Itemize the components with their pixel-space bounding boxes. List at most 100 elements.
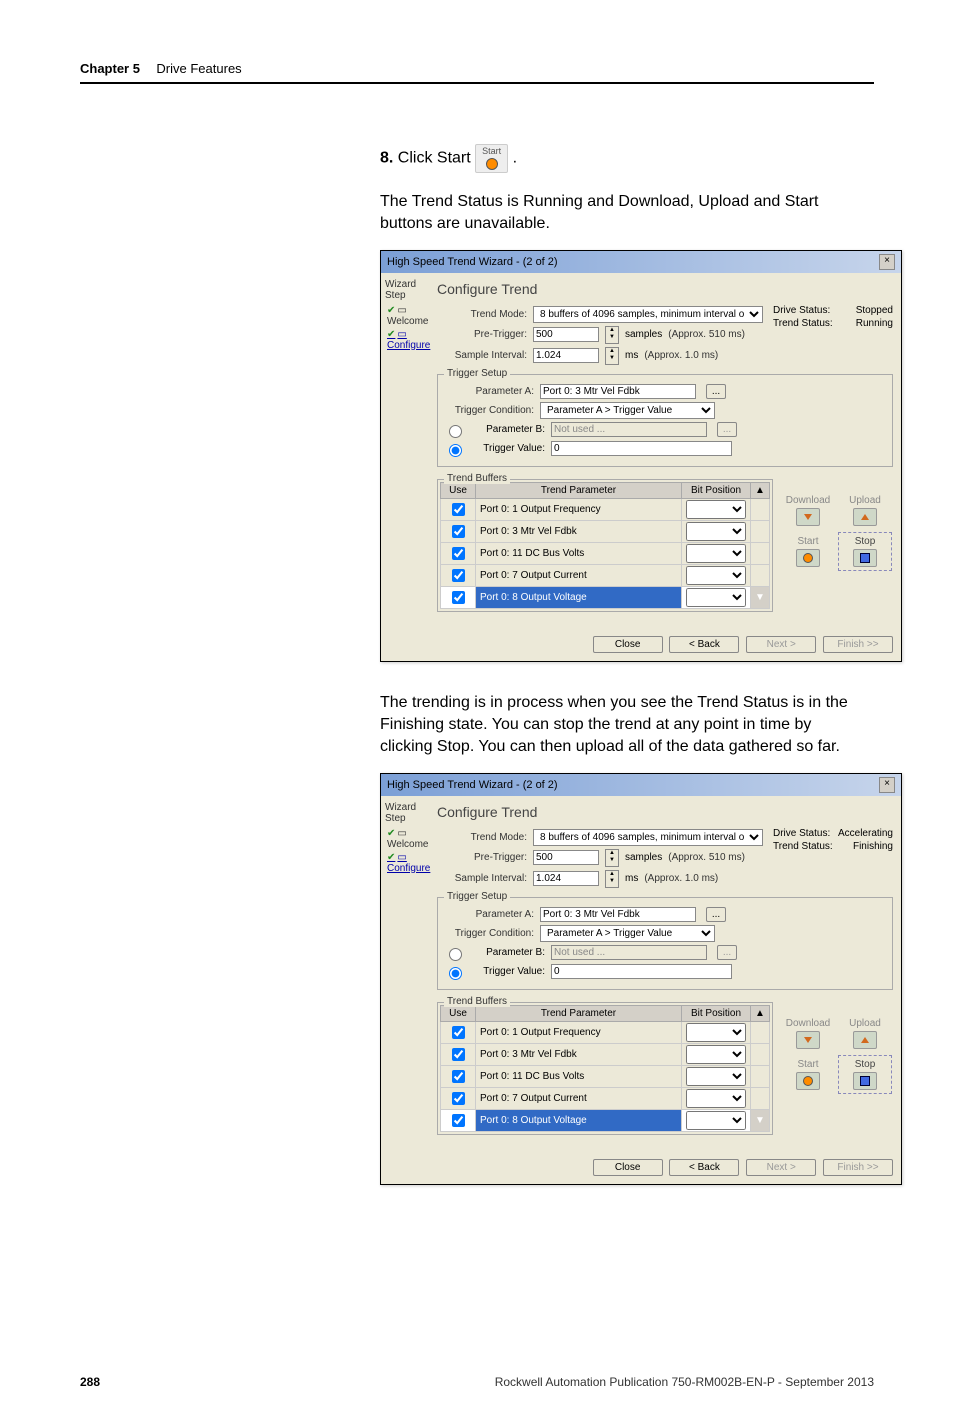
sample-interval-label: Sample Interval: [437,350,527,361]
table-row: Port 0: 1 Output Frequency [441,498,770,520]
param-b-label: Parameter B: [471,947,545,958]
condition-select[interactable]: Parameter A > Trigger Value [540,402,715,419]
col-use: Use [441,482,476,498]
col-scroll-up[interactable]: ▲ [751,482,770,498]
param-b-radio[interactable] [449,425,462,438]
wizard-step-configure[interactable]: ✔▭ Configure [385,329,433,351]
back-button[interactable]: < Back [669,1159,739,1176]
close-button[interactable]: Close [593,636,663,653]
bitpos-select[interactable] [686,1089,746,1108]
pre-trigger-spinner[interactable]: ▲▼ [605,326,619,344]
wizard-heading: Wizard Step [385,279,433,301]
table-row: Port 0: 3 Mtr Vel Fdbk [441,520,770,542]
bitpos-select[interactable] [686,588,746,607]
drive-status-label: Drive Status: [773,305,830,316]
trigger-legend: Trigger Setup [444,368,510,379]
condition-select[interactable]: Parameter A > Trigger Value [540,925,715,942]
sample-interval-input[interactable] [533,348,599,363]
pre-trigger-input[interactable] [533,850,599,865]
stop-button[interactable]: Stop [840,534,890,569]
page-footer: 288 Rockwell Automation Publication 750-… [0,1375,954,1419]
wizard-step-welcome[interactable]: ✔▭ Welcome [385,305,433,327]
panel-title: Configure Trend [437,281,893,297]
stop-button[interactable]: Stop [840,1057,890,1092]
back-button[interactable]: < Back [669,636,739,653]
col-bitpos: Bit Position [682,1005,751,1021]
trend-mode-select[interactable]: 8 buffers of 4096 samples, minimum inter… [533,306,763,323]
bitpos-select[interactable] [686,1067,746,1086]
param-a-browse-button[interactable]: ... [706,907,726,922]
dialog-title: High Speed Trend Wizard - (2 of 2) [387,256,558,268]
use-checkbox[interactable] [452,569,465,582]
close-icon[interactable]: × [879,777,895,793]
use-checkbox[interactable] [452,525,465,538]
bitpos-select[interactable] [686,1045,746,1064]
step-text: Click Start [398,150,471,167]
trigger-setup-fieldset: Trigger Setup Parameter A: ... Trigger C… [437,897,893,990]
use-checkbox[interactable] [452,1048,465,1061]
panel-title: Configure Trend [437,804,893,820]
trend-status-label: Trend Status: [773,318,833,329]
param-b-label: Parameter B: [471,424,545,435]
use-checkbox[interactable] [452,503,465,516]
trend-mode-select[interactable]: 8 buffers of 4096 samples, minimum inter… [533,829,763,846]
drive-status-value: Stopped [856,305,893,316]
pre-trigger-spinner[interactable]: ▲▼ [605,849,619,867]
col-scroll-down[interactable]: ▼ [751,1109,770,1131]
sample-interval-input[interactable] [533,871,599,886]
close-button[interactable]: Close [593,1159,663,1176]
sample-interval-spinner[interactable]: ▲▼ [605,347,619,365]
bitpos-select[interactable] [686,1111,746,1130]
use-checkbox[interactable] [452,1092,465,1105]
trigger-value-label: Trigger Value: [471,966,545,977]
trend-mode-label: Trend Mode: [437,832,527,843]
record-dot-icon [486,158,498,170]
use-checkbox[interactable] [452,547,465,560]
trigger-legend: Trigger Setup [444,891,510,902]
samples-unit: samples [625,852,662,863]
sample-interval-spinner[interactable]: ▲▼ [605,870,619,888]
wizard-step-welcome[interactable]: ✔▭ Welcome [385,828,433,850]
use-checkbox[interactable] [452,591,465,604]
bitpos-select[interactable] [686,566,746,585]
param-a-input[interactable] [540,384,696,399]
pre-trigger-input[interactable] [533,327,599,342]
trigger-setup-fieldset: Trigger Setup Parameter A: ... Trigger C… [437,374,893,467]
wizard-step-configure[interactable]: ✔▭ Configure [385,852,433,874]
ms-unit: ms [625,873,638,884]
condition-label: Trigger Condition: [444,928,534,939]
col-scroll-down[interactable]: ▼ [751,586,770,608]
use-checkbox[interactable] [452,1114,465,1127]
page-header: Chapter 5 Drive Features [80,60,874,84]
start-button-icon: Start [475,144,508,173]
pre-trigger-approx: (Approx. 510 ms) [668,852,745,863]
param-b-radio[interactable] [449,948,462,961]
dialog-title: High Speed Trend Wizard - (2 of 2) [387,779,558,791]
sample-interval-label: Sample Interval: [437,873,527,884]
trend-wizard-dialog-2: High Speed Trend Wizard - (2 of 2) × Wiz… [380,773,902,1185]
bitpos-select[interactable] [686,522,746,541]
start-button: Start [783,534,833,569]
bitpos-select[interactable] [686,544,746,563]
sample-interval-approx: (Approx. 1.0 ms) [644,873,718,884]
bitpos-select[interactable] [686,500,746,519]
trigger-value-radio[interactable] [449,967,462,980]
col-scroll-up[interactable]: ▲ [751,1005,770,1021]
col-param: Trend Parameter [476,1005,682,1021]
trigger-value-radio[interactable] [449,444,462,457]
chapter-label: Chapter 5 [80,61,140,76]
table-row: Port 0: 8 Output Voltage▼ [441,586,770,608]
bitpos-select[interactable] [686,1023,746,1042]
next-button: Next > [746,636,816,653]
use-checkbox[interactable] [452,1070,465,1083]
start-icon-label: Start [482,146,501,156]
trigger-value-input[interactable] [551,441,732,456]
start-button: Start [783,1057,833,1092]
ms-unit: ms [625,350,638,361]
table-row: Port 0: 1 Output Frequency [441,1021,770,1043]
close-icon[interactable]: × [879,254,895,270]
use-checkbox[interactable] [452,1026,465,1039]
param-a-input[interactable] [540,907,696,922]
trigger-value-input[interactable] [551,964,732,979]
param-a-browse-button[interactable]: ... [706,384,726,399]
